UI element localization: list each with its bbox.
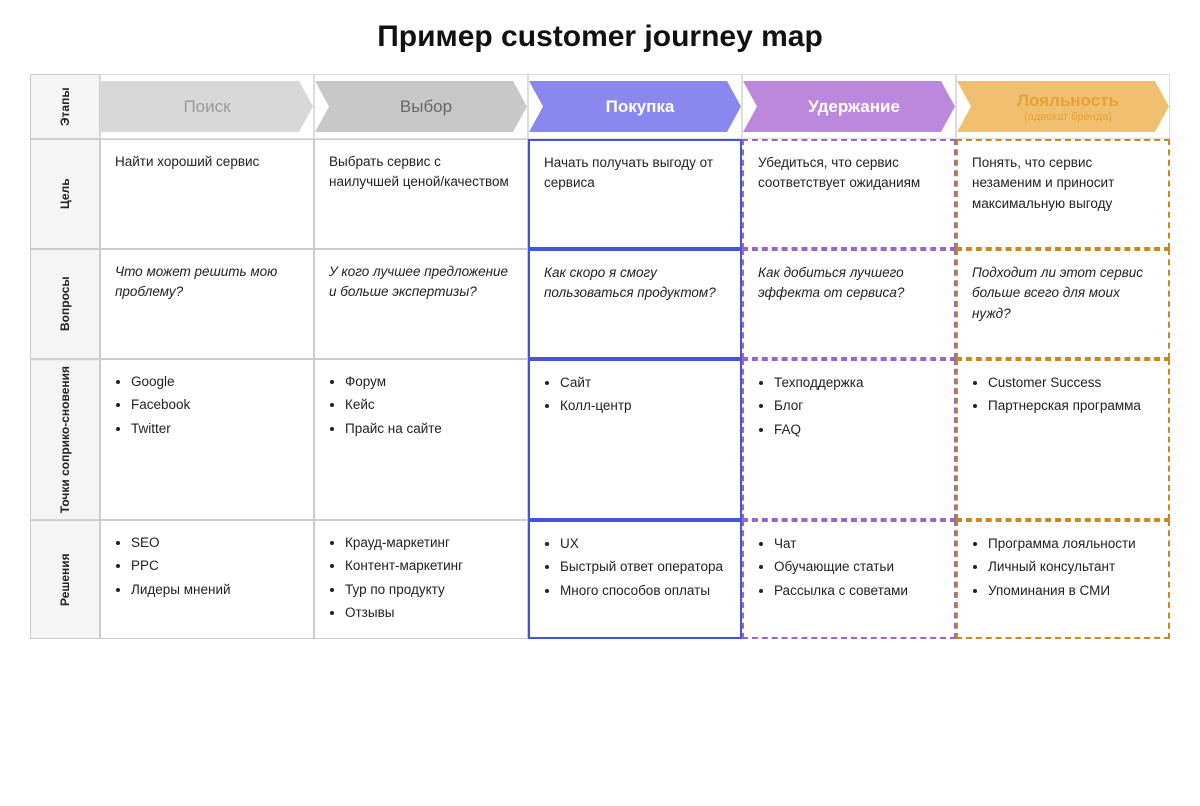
cell-3-4: Программа лояльностиЛичный консультантУп… — [956, 520, 1170, 639]
journey-map: ЭтапыПоискВыборПокупкаУдержаниеЛояльност… — [30, 74, 1170, 639]
cell-1-0: Что может решить мою проблему? — [100, 249, 314, 359]
row-label-1: Вопросы — [30, 249, 100, 359]
stage-3: Удержание — [742, 74, 956, 139]
cell-2-1: ФорумКейсПрайс на сайте — [314, 359, 528, 520]
cell-0-0: Найти хороший сервис — [100, 139, 314, 249]
cell-2-0: GoogleFacebookTwitter — [100, 359, 314, 520]
row-label-3: Решения — [30, 520, 100, 639]
cell-1-3: Как добиться лучшего эффекта от сервиса? — [742, 249, 956, 359]
cell-0-1: Выбрать сервис с наилучшей ценой/качеств… — [314, 139, 528, 249]
cell-3-3: ЧатОбучающие статьиРассылка с советами — [742, 520, 956, 639]
page-title: Пример customer journey map — [30, 20, 1170, 54]
stage-0: Поиск — [100, 74, 314, 139]
cell-1-1: У кого лучшее предложение и больше экспе… — [314, 249, 528, 359]
cell-3-0: SEOPPCЛидеры мнений — [100, 520, 314, 639]
cell-2-4: Customer SuccessПартнерская программа — [956, 359, 1170, 520]
stage-1: Выбор — [314, 74, 528, 139]
cell-3-2: UXБыстрый ответ оператораМного способов … — [528, 520, 742, 639]
cell-3-1: Крауд-маркетингКонтент-маркетингТур по п… — [314, 520, 528, 639]
cell-0-3: Убедиться, что сервис соответствует ожид… — [742, 139, 956, 249]
cell-1-4: Подходит ли этот сервис больше всего для… — [956, 249, 1170, 359]
stages-row-label: Этапы — [30, 74, 100, 139]
stage-2: Покупка — [528, 74, 742, 139]
cell-2-2: СайтКолл-центр — [528, 359, 742, 520]
cell-1-2: Как скоро я смогу пользоваться продуктом… — [528, 249, 742, 359]
cell-2-3: ТехподдержкаБлогFAQ — [742, 359, 956, 520]
cell-0-4: Понять, что сервис незаменим и приносит … — [956, 139, 1170, 249]
row-label-2: Точки соприко-сновения — [30, 359, 100, 520]
stage-4: Лояльность(адвокат бренда) — [956, 74, 1170, 139]
row-label-0: Цель — [30, 139, 100, 249]
cell-0-2: Начать получать выгоду от сервиса — [528, 139, 742, 249]
